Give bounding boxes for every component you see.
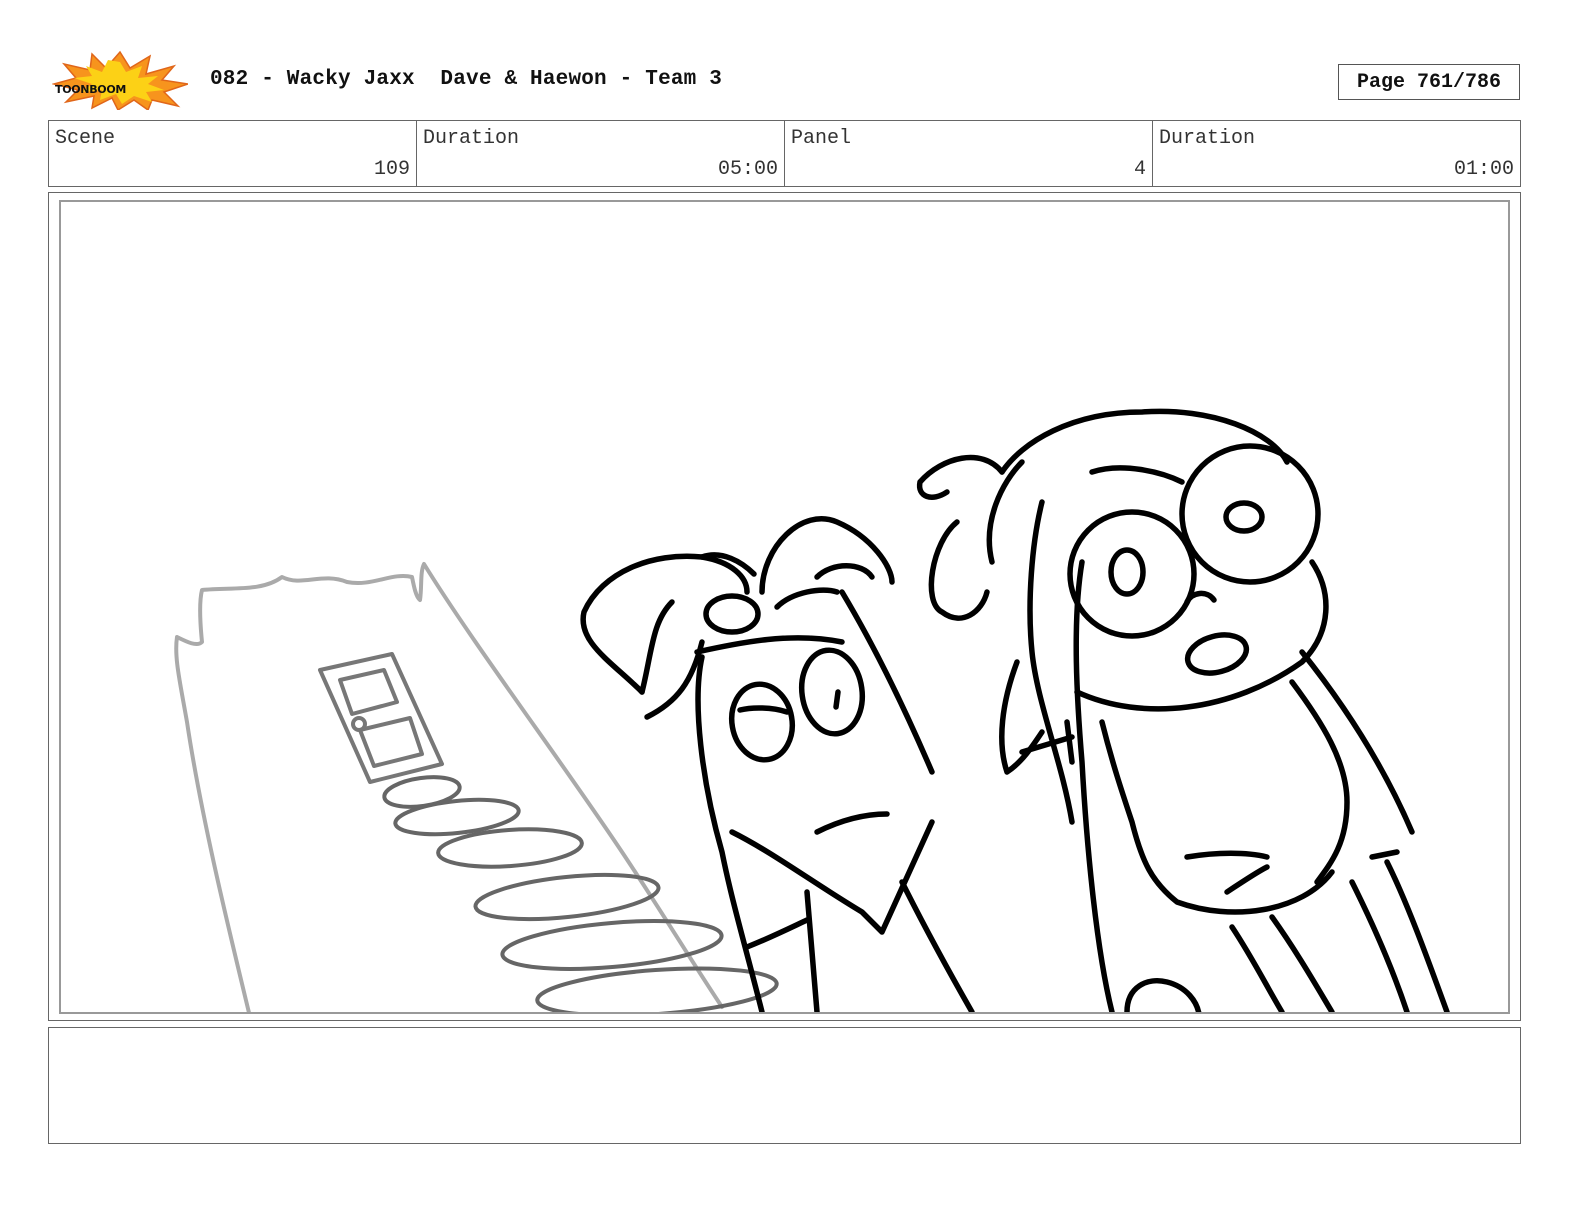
notes-area <box>48 1027 1521 1144</box>
panel-label: Panel <box>791 127 852 150</box>
scene-value: 109 <box>373 158 410 181</box>
scene-info-row: Scene 109 Duration 05:00 Panel 4 Duratio… <box>48 120 1521 187</box>
logo-text: TOONBOOM <box>55 83 126 96</box>
scene-label: Scene <box>55 127 116 150</box>
scene-duration-label: Duration <box>423 127 520 150</box>
character-right-sketch <box>916 408 1450 1012</box>
door-sketch <box>318 652 444 784</box>
scene-cell: Scene 109 <box>49 121 417 186</box>
storyboard-panel <box>59 200 1510 1014</box>
panel-cell: Panel 4 <box>785 121 1153 186</box>
page-label: Page 761/786 <box>1356 70 1502 94</box>
panel-value: 4 <box>1133 158 1146 181</box>
spring-sketch <box>382 775 779 1012</box>
document-title: 082 - Wacky Jaxx Dave & Haewon - Team 3 <box>210 68 723 91</box>
scene-duration-value: 05:00 <box>717 158 778 181</box>
storyboard-drawing <box>174 408 1450 1012</box>
toonboom-logo: TOONBOOM <box>51 50 189 112</box>
page-indicator: Page 761/786 <box>1338 64 1520 100</box>
scene-duration-cell: Duration 05:00 <box>417 121 785 186</box>
panel-duration-value: 01:00 <box>1453 158 1514 181</box>
character-left-sketch <box>580 516 975 1012</box>
background-building-sketch <box>174 562 724 1012</box>
panel-duration-label: Duration <box>1159 127 1256 150</box>
panel-duration-cell: Duration 01:00 <box>1153 121 1520 186</box>
